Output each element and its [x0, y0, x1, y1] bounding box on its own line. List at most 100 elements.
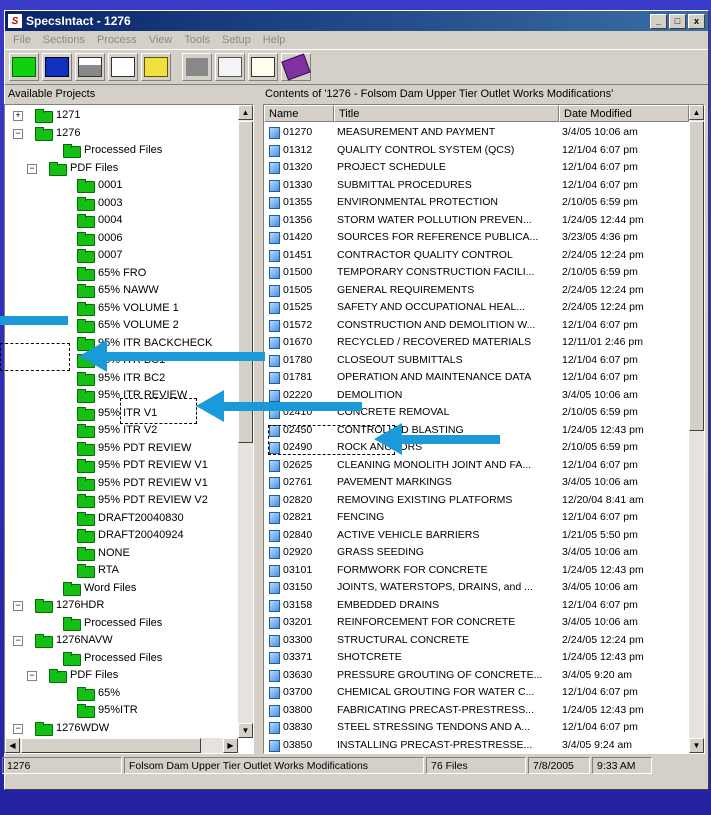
- collapse-icon[interactable]: −: [13, 723, 23, 734]
- section-row[interactable]: 01505 GENERAL REQUIREMENTS 2/24/05 12:24 p…: [264, 282, 689, 300]
- edit-button[interactable]: [108, 53, 138, 81]
- tree-vertical-scrollbar[interactable]: ▲ ▼: [238, 105, 253, 738]
- section-row[interactable]: 03371 SHOTCRETE 1/24/05 12:43 pm: [264, 649, 689, 667]
- open-project-button[interactable]: [42, 53, 72, 81]
- section-row[interactable]: 01572 CONSTRUCTION AND DEMOLITION W... 12/…: [264, 317, 689, 335]
- tree-node[interactable]: RTA: [5, 562, 237, 580]
- section-row[interactable]: 01330 SUBMITTAL PROCEDURES 12/1/04 6:07 pm: [264, 177, 689, 195]
- menu-file[interactable]: File: [7, 34, 37, 46]
- collapse-icon[interactable]: −: [13, 636, 23, 646]
- tree-node[interactable]: 95% PDT REVIEW V2: [5, 492, 237, 510]
- section-row[interactable]: 01670 RECYCLED / RECOVERED MATERIALS 12/11…: [264, 334, 689, 352]
- tree-node[interactable]: 95% PDT REVIEW: [5, 440, 237, 458]
- tree-node[interactable]: 95%ITR: [5, 702, 237, 720]
- tree-node[interactable]: Processed Files: [5, 615, 237, 633]
- tree-node[interactable]: 65% VOLUME 1: [5, 300, 237, 318]
- tree-node[interactable]: DRAFT20040830: [5, 510, 237, 528]
- print-button[interactable]: [75, 53, 105, 81]
- tree-node[interactable]: Processed Files: [5, 142, 237, 160]
- section-row[interactable]: 02840 ACTIVE VEHICLE BARRIERS 1/21/05 5:50…: [264, 527, 689, 545]
- tree-node[interactable]: − 1276: [5, 125, 237, 143]
- project-tree-pane[interactable]: +1271−1276 Processed Files − PDF Files 0001 0…: [4, 104, 254, 754]
- tree-button[interactable]: [248, 53, 278, 81]
- book-button[interactable]: [281, 53, 311, 81]
- section-row[interactable]: 03830 STEEL STRESSING TENDONS AND A... 12/…: [264, 719, 689, 737]
- col-date[interactable]: Date Modified: [559, 105, 689, 122]
- scroll-up-icon[interactable]: ▲: [689, 105, 704, 120]
- collapse-icon[interactable]: −: [27, 671, 37, 681]
- new-project-button[interactable]: [9, 53, 39, 81]
- disabled-button[interactable]: [182, 53, 212, 81]
- section-row[interactable]: 01780 CLOSEOUT SUBMITTALS 12/1/04 6:07 pm: [264, 352, 689, 370]
- tree-node[interactable]: 0006: [5, 230, 237, 248]
- tree-node[interactable]: 65% NAWW: [5, 282, 237, 300]
- section-row[interactable]: 01355 ENVIRONMENTAL PROTECTION 2/10/05 6:5…: [264, 194, 689, 212]
- tree-node[interactable]: − 1276WDW: [5, 720, 237, 738]
- section-row[interactable]: 02761 PAVEMENT MARKINGS 3/4/05 10:06 am: [264, 474, 689, 492]
- section-row[interactable]: 02920 GRASS SEEDING 3/4/05 10:06 am: [264, 544, 689, 562]
- tree-node[interactable]: 65%: [5, 685, 237, 703]
- menu-setup[interactable]: Setup: [216, 34, 257, 46]
- tree-node[interactable]: 95% ITR BC2: [5, 370, 237, 388]
- menu-tools[interactable]: Tools: [178, 34, 216, 46]
- tree-horizontal-scrollbar[interactable]: ◀ ▶: [5, 738, 238, 753]
- tree-node[interactable]: DRAFT20040924: [5, 527, 237, 545]
- section-row[interactable]: 03158 EMBEDDED DRAINS 12/1/04 6:07 pm: [264, 597, 689, 615]
- collapse-icon[interactable]: −: [27, 163, 37, 174]
- tree-node[interactable]: − PDF Files: [5, 667, 237, 685]
- section-row[interactable]: 01356 STORM WATER POLLUTION PREVEN... 1/24…: [264, 212, 689, 230]
- tree-node[interactable]: Processed Files: [5, 650, 237, 668]
- tree-node[interactable]: 95% PDT REVIEW V1: [5, 475, 237, 493]
- section-row[interactable]: 01312 QUALITY CONTROL SYSTEM (QCS) 12/1/04…: [264, 142, 689, 160]
- section-row[interactable]: 03101 FORMWORK FOR CONCRETE 1/24/05 12:43 …: [264, 562, 689, 580]
- section-row[interactable]: 02625 CLEANING MONOLITH JOINT AND FA... 12…: [264, 457, 689, 475]
- scroll-thumb[interactable]: [689, 121, 704, 431]
- maximize-button[interactable]: □: [669, 13, 686, 29]
- tree-node[interactable]: NONE: [5, 545, 237, 563]
- scroll-down-icon[interactable]: ▼: [689, 738, 704, 753]
- section-row[interactable]: 02820 REMOVING EXISTING PLATFORMS 12/20/04…: [264, 492, 689, 510]
- section-row[interactable]: 01525 SAFETY AND OCCUPATIONAL HEAL... 2/24…: [264, 299, 689, 317]
- tree-node[interactable]: 0007: [5, 247, 237, 265]
- minimize-button[interactable]: _: [650, 13, 667, 29]
- notes-button[interactable]: [215, 53, 245, 81]
- tree-node[interactable]: 65% FRO: [5, 265, 237, 283]
- section-row[interactable]: 01270 MEASUREMENT AND PAYMENT 3/4/05 10:06…: [264, 124, 689, 142]
- tree-node[interactable]: − PDF Files: [5, 160, 237, 178]
- scroll-right-icon[interactable]: ▶: [223, 738, 238, 753]
- collapse-icon[interactable]: −: [13, 601, 23, 611]
- contents-vertical-scrollbar[interactable]: ▲ ▼: [689, 105, 704, 753]
- tree-node[interactable]: 95% PDT REVIEW V1: [5, 457, 237, 475]
- scroll-thumb[interactable]: [238, 121, 253, 443]
- tree-node[interactable]: 0003: [5, 195, 237, 213]
- hscroll-thumb[interactable]: [21, 738, 201, 753]
- section-row[interactable]: 01451 CONTRACTOR QUALITY CONTROL 2/24/05 1…: [264, 247, 689, 265]
- collapse-icon[interactable]: −: [13, 128, 23, 139]
- section-row[interactable]: 01500 TEMPORARY CONSTRUCTION FACILI... 2/1…: [264, 264, 689, 282]
- section-row[interactable]: 02821 FENCING 12/1/04 6:07 pm: [264, 509, 689, 527]
- tree-node[interactable]: Word Files: [5, 580, 237, 598]
- scroll-left-icon[interactable]: ◀: [5, 738, 20, 753]
- tree-node[interactable]: − 1276NAVW: [5, 632, 237, 650]
- menu-view[interactable]: View: [143, 34, 179, 46]
- tree-node[interactable]: +1271: [5, 107, 237, 125]
- menu-help[interactable]: Help: [257, 34, 292, 46]
- section-row[interactable]: 03630 PRESSURE GROUTING OF CONCRETE... 3/4…: [264, 667, 689, 685]
- tree-node[interactable]: 95% ITR V2: [5, 422, 237, 440]
- section-row[interactable]: 03700 CHEMICAL GROUTING FOR WATER C... 12/…: [264, 684, 689, 702]
- section-row[interactable]: 01320 PROJECT SCHEDULE 12/1/04 6:07 pm: [264, 159, 689, 177]
- menu-process[interactable]: Process: [91, 34, 143, 46]
- section-row[interactable]: 01781 OPERATION AND MAINTENANCE DATA 12/1/…: [264, 369, 689, 387]
- section-row[interactable]: 03850 INSTALLING PRECAST-PRESTRESSE... 3/4…: [264, 737, 689, 754]
- scroll-up-icon[interactable]: ▲: [238, 105, 253, 120]
- section-row[interactable]: 01420 SOURCES FOR REFERENCE PUBLICA... 3/2…: [264, 229, 689, 247]
- tree-node[interactable]: − 1276HDR: [5, 597, 237, 615]
- scroll-down-icon[interactable]: ▼: [238, 723, 253, 738]
- col-name[interactable]: Name: [264, 105, 334, 122]
- folder-button[interactable]: [141, 53, 171, 81]
- close-button[interactable]: x: [688, 13, 705, 29]
- section-row[interactable]: 03800 FABRICATING PRECAST-PRESTRESS... 1/2…: [264, 702, 689, 720]
- tree-node[interactable]: 0001: [5, 177, 237, 195]
- col-title[interactable]: Title: [334, 105, 559, 122]
- section-row[interactable]: 03150 JOINTS, WATERSTOPS, DRAINS, and ...…: [264, 579, 689, 597]
